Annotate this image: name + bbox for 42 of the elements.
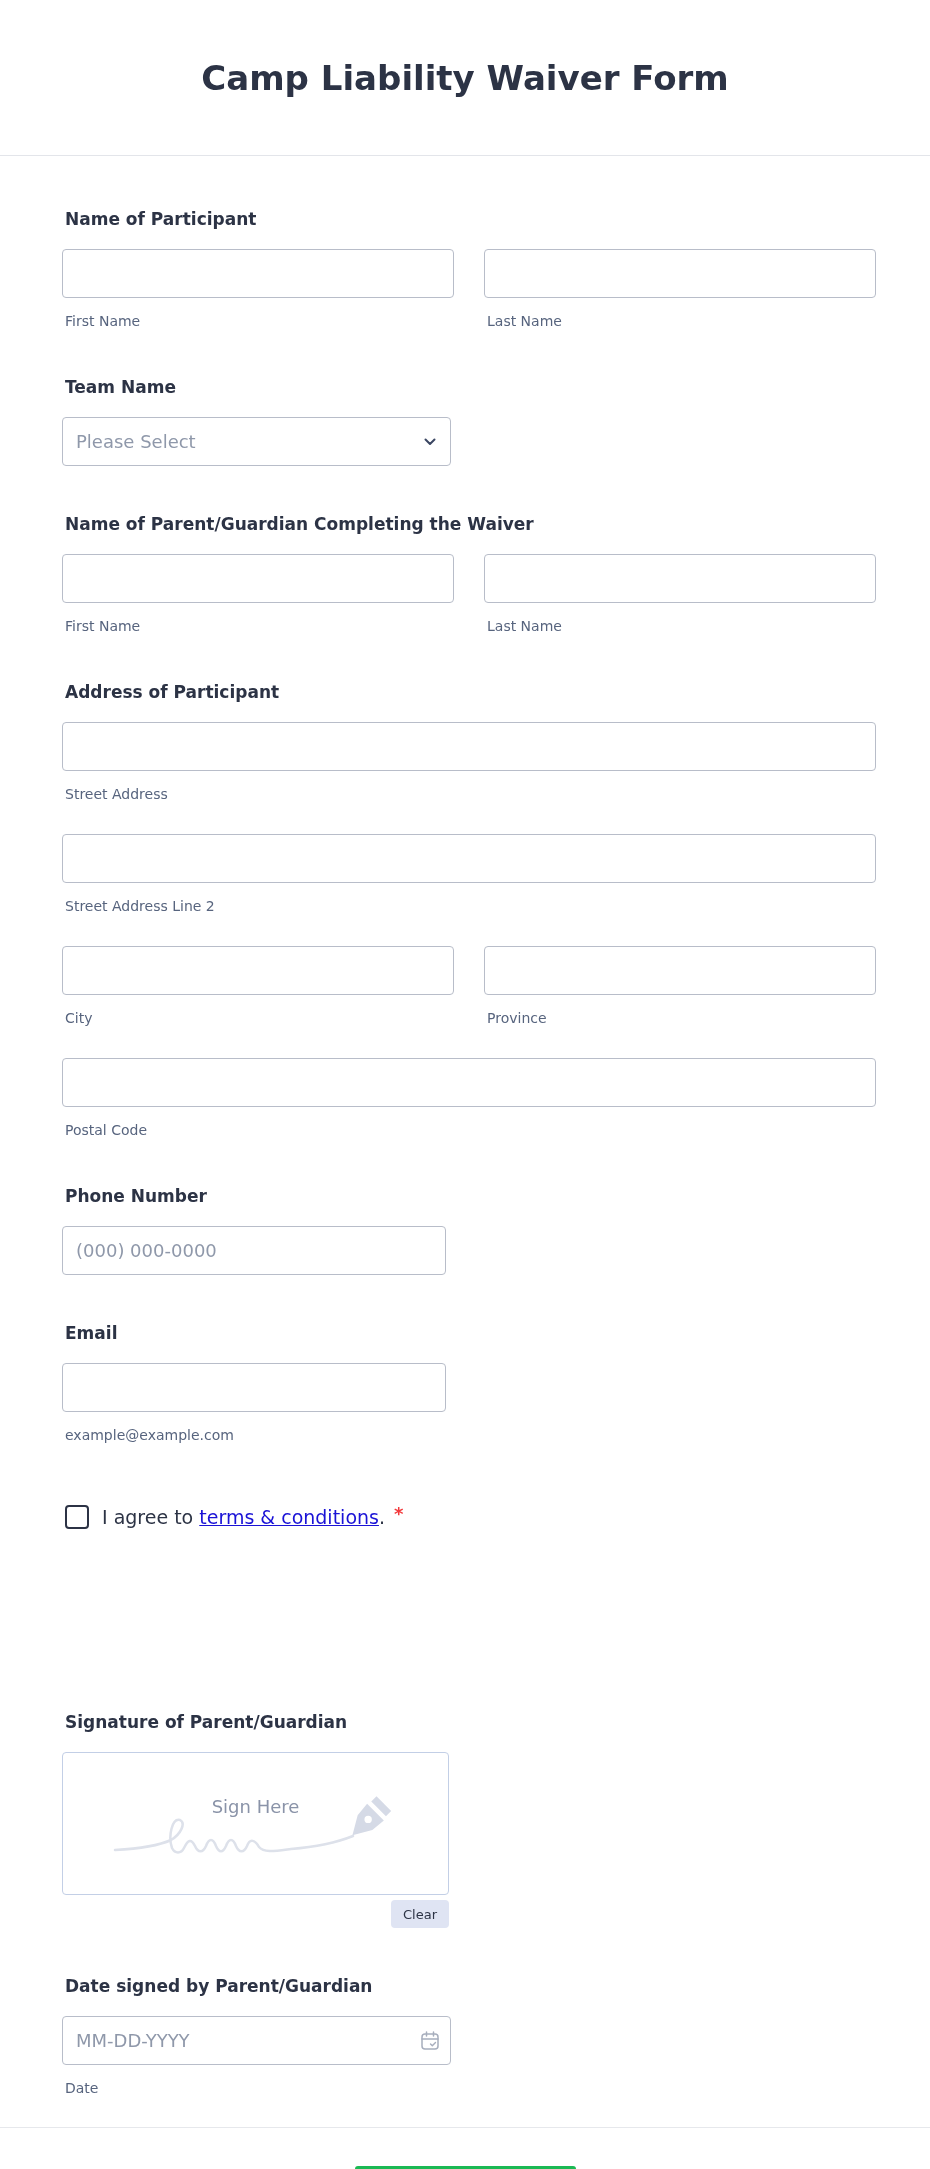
field-label: Date signed by Parent/Guardian [65,1976,373,1996]
field-sublabel: Postal Code [65,1122,148,1138]
field-label: Name of Parent/Guardian Completing the Waiver [65,514,534,534]
field-sublabel: City [65,1010,93,1026]
agreement-text: I agree to terms & conditions. [102,1505,385,1529]
field-label: Email [65,1323,118,1343]
field-sublabel: example@example.com [65,1427,234,1443]
field-sublabel: Street Address Line 2 [65,898,215,914]
agreement-checkbox[interactable] [65,1505,89,1529]
email-field[interactable] [62,1363,446,1412]
field-label: Address of Participant [65,682,280,702]
field-sublabel: Last Name [487,618,562,634]
sign-here-prompt: Sign Here [211,1798,300,1816]
phone-field[interactable]: (000) 000-0000 [62,1226,446,1275]
field-label: Signature of Parent/Guardian [65,1712,348,1732]
field-sublabel: First Name [65,313,141,329]
text-field[interactable] [62,722,876,771]
clear-button[interactable]: Clear [391,1900,449,1928]
field-label: Team Name [65,377,176,397]
field-sublabel: First Name [65,618,141,634]
required-mark: * [394,1505,404,1523]
field-label: Phone Number [65,1186,207,1206]
field-sublabel: Date [65,2080,99,2096]
text-field[interactable] [62,834,876,883]
text-field[interactable] [62,554,454,603]
text-field[interactable] [62,1058,876,1107]
submit-button[interactable] [354,2166,576,2169]
calendar-icon [421,2031,439,2050]
pen-nib-icon [352,1796,392,1836]
field-sublabel: Province [487,1010,547,1026]
text-field[interactable] [484,554,876,603]
date-field[interactable]: MM-DD-YYYY [62,2016,451,2065]
text-field[interactable] [484,946,876,995]
chevron-down-icon [424,437,436,446]
text-field[interactable] [62,249,454,298]
text-field[interactable] [62,946,454,995]
text-field[interactable] [484,249,876,298]
field-sublabel: Street Address [65,786,168,802]
field-sublabel: Last Name [487,313,562,329]
field-label: Name of Participant [65,209,257,229]
form-title: Camp Liability Waiver Form [201,56,729,100]
terms-link[interactable]: terms & conditions [199,1506,379,1528]
